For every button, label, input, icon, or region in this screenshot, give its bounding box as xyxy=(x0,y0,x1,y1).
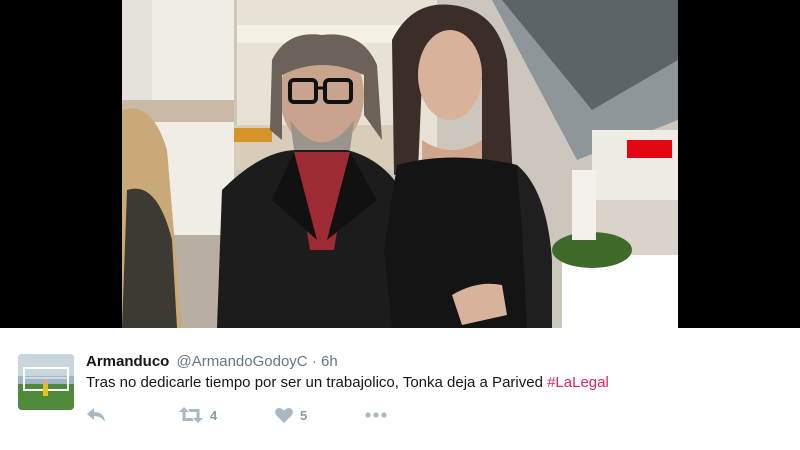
reply-button[interactable] xyxy=(86,404,106,426)
reply-icon xyxy=(87,408,105,422)
display-name[interactable]: Armanduco xyxy=(86,353,169,370)
like-count: 5 xyxy=(300,407,308,423)
tweet-actions: 4 5 xyxy=(86,404,506,426)
retweet-count: 4 xyxy=(210,407,218,423)
heart-icon xyxy=(275,407,293,423)
tweet-card: Armanduco @ArmandoGodoyC · 6h Tras no de… xyxy=(0,328,800,450)
tweet-text: Tras no dedicarle tiempo por ser un trab… xyxy=(86,373,609,393)
tweet-body-text: Tras no dedicarle tiempo por ser un trab… xyxy=(86,374,548,391)
retweet-icon xyxy=(179,407,203,423)
separator: · xyxy=(311,353,317,370)
more-dots-icon xyxy=(365,412,387,418)
media-strip xyxy=(0,0,800,328)
like-button[interactable]: 5 xyxy=(275,404,307,426)
avatar[interactable] xyxy=(18,354,74,410)
timestamp[interactable]: 6h xyxy=(321,353,338,370)
tweet-header: Armanduco @ArmandoGodoyC · 6h xyxy=(86,352,338,372)
tweet-photo[interactable] xyxy=(122,0,678,328)
retweet-button[interactable]: 4 xyxy=(179,404,217,426)
user-handle[interactable]: @ArmandoGodoyC xyxy=(177,353,308,370)
hashtag-link[interactable]: #LaLegal xyxy=(547,374,609,391)
more-button[interactable] xyxy=(365,404,387,426)
